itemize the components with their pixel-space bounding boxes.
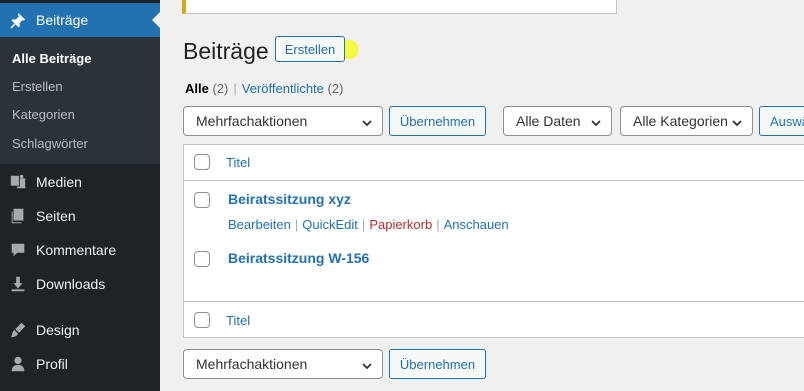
apply-label: Übernehmen: [399, 113, 476, 129]
select-all-checkbox-footer[interactable]: [194, 312, 210, 328]
view-published[interactable]: Veröffentlichte: [242, 81, 324, 96]
chevron-down-icon: [361, 116, 373, 132]
table-row: Beiratssitzung xyz Bearbeiten | QuickEdit |…: [184, 182, 804, 240]
row-actions: Bearbeiten | QuickEdit | Papierkorb | Anschaue…: [228, 217, 509, 232]
menu-comments-label: Kommentare: [36, 242, 117, 258]
submenu-all-posts[interactable]: Alle Beiträge: [12, 51, 91, 66]
filter-label: Auswä: [770, 113, 804, 129]
post-title-link[interactable]: Beiratssitzung xyz: [228, 191, 351, 207]
chevron-down-icon: [361, 359, 373, 375]
view-published-count: (2): [327, 81, 344, 96]
row-checkbox[interactable]: [194, 251, 210, 267]
table-row: Beiratssitzung W-156: [184, 241, 804, 301]
chevron-down-icon: [731, 116, 743, 132]
submenu-categories[interactable]: Kategorien: [12, 107, 75, 122]
bulk-action-value-bottom: Mehrfachaktionen: [196, 356, 308, 372]
menu-downloads[interactable]: Downloads: [0, 267, 160, 301]
pin-icon: [0, 11, 36, 29]
user-icon: [0, 355, 36, 373]
menu-media[interactable]: Medien: [0, 165, 160, 199]
category-filter-value: Alle Kategorien: [633, 113, 728, 129]
apply-bulk-button-bottom[interactable]: Übernehmen: [389, 349, 486, 379]
menu-downloads-label: Downloads: [36, 276, 106, 292]
admin-sidebar: Beiträge Alle Beiträge Erstellen Kategor…: [0, 0, 160, 391]
date-filter-value: Alle Daten: [516, 113, 581, 129]
bulk-action-value: Mehrfachaktionen: [196, 113, 308, 129]
download-icon: [0, 275, 36, 293]
posts-submenu: Alle Beiträge Erstellen Kategorien Schla…: [0, 37, 160, 164]
admin-notice: [182, 0, 617, 14]
bulk-action-select-top[interactable]: Mehrfachaktionen: [183, 106, 383, 136]
edit-link[interactable]: Bearbeiten: [228, 217, 291, 232]
menu-design-label: Design: [36, 322, 80, 338]
column-title-header[interactable]: Titel: [226, 155, 250, 170]
page-title: Beiträge: [183, 38, 269, 64]
view-separator: |: [233, 81, 237, 96]
row-checkbox[interactable]: [194, 192, 210, 208]
pages-icon: [0, 207, 36, 225]
posts-table: Titel Beiratssitzung xyz Bearbeiten | Quic…: [183, 144, 804, 338]
trash-link[interactable]: Papierkorb: [369, 217, 432, 232]
submenu-tags[interactable]: Schlagwörter: [12, 136, 88, 151]
table-header-row: Titel: [184, 145, 804, 181]
apply-label-bottom: Übernehmen: [399, 356, 476, 372]
filter-button[interactable]: Auswä: [759, 106, 804, 136]
media-icon: [0, 173, 36, 191]
menu-posts-label: Beiträge: [36, 12, 89, 28]
post-title-link[interactable]: Beiratssitzung W-156: [228, 250, 369, 266]
brush-icon: [0, 321, 36, 339]
add-new-post-button[interactable]: Erstellen: [275, 36, 345, 62]
submenu-add-new[interactable]: Erstellen: [12, 79, 63, 94]
comment-icon: [0, 241, 36, 259]
menu-profile[interactable]: Profil: [0, 347, 160, 381]
menu-comments[interactable]: Kommentare: [0, 233, 160, 267]
quick-edit-link[interactable]: QuickEdit: [302, 217, 358, 232]
view-all[interactable]: Alle: [185, 81, 209, 96]
add-new-post-label: Erstellen: [284, 41, 336, 57]
menu-posts[interactable]: Beiträge: [0, 3, 160, 37]
date-filter-select[interactable]: Alle Daten: [503, 106, 612, 136]
bulk-action-select-bottom[interactable]: Mehrfachaktionen: [183, 349, 383, 379]
menu-pages-label: Seiten: [36, 208, 76, 224]
menu-design[interactable]: Design: [0, 313, 160, 347]
table-footer-row: Titel: [184, 301, 804, 338]
column-title-footer[interactable]: Titel: [226, 313, 250, 328]
apply-bulk-button-top[interactable]: Übernehmen: [389, 106, 486, 136]
menu-pages[interactable]: Seiten: [0, 199, 160, 233]
menu-profile-label: Profil: [36, 356, 68, 372]
select-all-checkbox[interactable]: [194, 154, 210, 170]
post-status-views: Alle (2) | Veröffentlichte (2): [185, 81, 343, 96]
view-link[interactable]: Anschauen: [444, 217, 509, 232]
chevron-down-icon: [590, 116, 602, 132]
category-filter-select[interactable]: Alle Kategorien: [620, 106, 753, 136]
menu-media-label: Medien: [36, 174, 82, 190]
view-all-count: (2): [212, 81, 229, 96]
